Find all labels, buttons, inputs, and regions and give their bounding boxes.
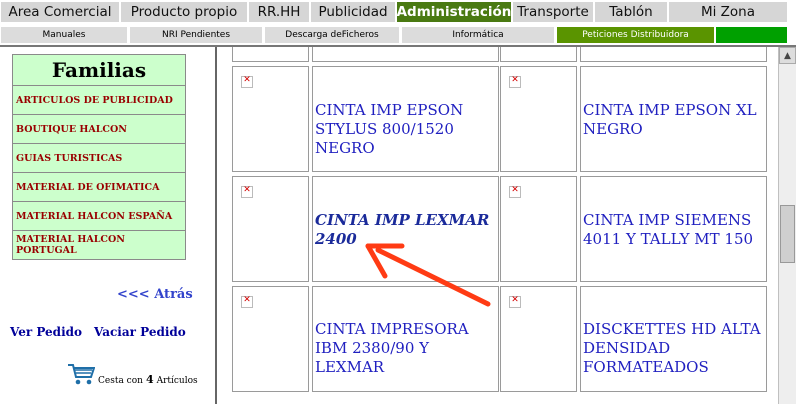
product-name-cell: CINTA IMP EPSON STYLUS 800/1520 NEGRO <box>312 66 499 172</box>
product-name-cell: CINTA IMP SIEMENS 4011 Y TALLY MT 150 <box>580 176 767 282</box>
cart-count: 4 <box>145 373 154 386</box>
broken-image-icon[interactable] <box>241 295 253 308</box>
product-link[interactable]: CINTA IMP SIEMENS 4011 Y TALLY MT 150 <box>583 211 763 249</box>
product-image-cell <box>232 47 309 62</box>
product-row: CINTA IMP LEXMAR 2400 CINTA IMP SIEMENS … <box>232 176 769 286</box>
vertical-scrollbar[interactable]: ▲ <box>778 47 796 404</box>
product-image-cell <box>500 286 577 392</box>
families-panel: Familias ARTICULOS DE PUBLICIDAD BOUTIQU… <box>12 54 186 260</box>
product-image-cell <box>500 47 577 62</box>
broken-image-icon[interactable] <box>509 295 521 308</box>
sidebar: Familias ARTICULOS DE PUBLICIDAD BOUTIQU… <box>0 47 216 404</box>
product-image-cell <box>232 286 309 392</box>
subnav-informatica[interactable]: Informática <box>402 27 554 43</box>
product-link[interactable]: DISCKETTES HD ALTA DENSIDAD FORMATEADOS <box>583 320 763 377</box>
product-name-cell: DISCKETTES HD ALTA DENSIDAD FORMATEADOS <box>580 286 767 392</box>
broken-image-icon[interactable] <box>241 75 253 88</box>
broken-image-icon[interactable] <box>509 185 521 198</box>
scroll-up-icon[interactable]: ▲ <box>779 47 796 64</box>
product-image-cell <box>500 66 577 172</box>
product-image-cell <box>232 176 309 282</box>
broken-image-icon[interactable] <box>509 75 521 88</box>
ver-pedido-link[interactable]: Ver Pedido <box>10 325 82 339</box>
subnav-manuales[interactable]: Manuales <box>1 27 127 43</box>
family-articulos-publicidad[interactable]: ARTICULOS DE PUBLICIDAD <box>13 86 185 115</box>
back-link[interactable]: <<< Atrás <box>117 287 193 302</box>
family-material-halcon-espana[interactable]: MATERIAL HALCON ESPAÑA <box>13 202 185 231</box>
product-name-cell: CINTA IMP EPSON XL NEGRO <box>580 66 767 172</box>
family-guias-turisticas[interactable]: GUIAS TURISTICAS <box>13 144 185 173</box>
cart-suffix: Artículos <box>156 376 198 386</box>
nav-mi-zona[interactable]: Mi Zona <box>669 2 787 22</box>
subnav-nri-pendientes[interactable]: NRI Pendientes <box>130 27 262 43</box>
scrollbar-thumb[interactable] <box>780 205 795 263</box>
nav-rrhh[interactable]: RR.HH <box>249 2 309 22</box>
family-material-ofimatica[interactable]: MATERIAL DE OFIMATICA <box>13 173 185 202</box>
product-image-cell <box>500 176 577 282</box>
family-boutique-halcon[interactable]: BOUTIQUE HALCON <box>13 115 185 144</box>
subnav-filler <box>716 27 787 43</box>
nav-tablon[interactable]: Tablón <box>595 2 667 22</box>
product-row: CINTA IMPRESORA IBM 2380/90 Y LEXMAR DIS… <box>232 286 769 396</box>
nav-administracion[interactable]: Administración <box>397 2 511 22</box>
nav-area-comercial[interactable]: Area Comercial <box>1 2 119 22</box>
vaciar-pedido-link[interactable]: Vaciar Pedido <box>94 325 186 339</box>
nav-publicidad[interactable]: Publicidad <box>311 2 395 22</box>
product-row: CINTA IMP EPSON STYLUS 800/1520 NEGRO CI… <box>232 66 769 176</box>
subnav-peticiones-distribuidora[interactable]: Peticiones Distribuidora <box>557 27 714 43</box>
broken-image-icon[interactable] <box>241 185 253 198</box>
product-link[interactable]: CINTA IMPRESORA IBM 2380/90 Y LEXMAR <box>315 320 495 377</box>
shopping-cart-icon[interactable] <box>67 362 95 386</box>
cart-summary: Cesta con 4 Artículos <box>67 360 198 386</box>
nav-transporte[interactable]: Transporte <box>513 2 593 22</box>
product-link[interactable]: CINTA IMP EPSON STYLUS 800/1520 NEGRO <box>315 101 495 158</box>
top-nav: Area Comercial Producto propio RR.HH Pub… <box>0 0 796 24</box>
product-list: CINTA IMP EPSON STYLUS 800/1520 NEGRO CI… <box>217 47 778 404</box>
sub-nav: Manuales NRI Pendientes Descarga deFiche… <box>0 25 796 47</box>
subnav-descarga-ficheros[interactable]: Descarga deFicheros <box>265 27 399 43</box>
cart-prefix: Cesta con <box>98 376 143 386</box>
product-link-selected[interactable]: CINTA IMP LEXMAR 2400 <box>315 211 495 249</box>
product-name-cell <box>580 47 767 62</box>
product-image-cell <box>232 66 309 172</box>
nav-producto-propio[interactable]: Producto propio <box>121 2 247 22</box>
product-grid: CINTA IMP EPSON STYLUS 800/1520 NEGRO CI… <box>232 47 769 396</box>
product-name-cell: CINTA IMP LEXMAR 2400 <box>312 176 499 282</box>
product-row <box>232 47 769 66</box>
families-title: Familias <box>13 55 185 86</box>
product-name-cell <box>312 47 499 62</box>
product-link[interactable]: CINTA IMP EPSON XL NEGRO <box>583 101 763 139</box>
product-name-cell: CINTA IMPRESORA IBM 2380/90 Y LEXMAR <box>312 286 499 392</box>
family-material-halcon-portugal[interactable]: MATERIAL HALCON PORTUGAL <box>13 231 185 259</box>
